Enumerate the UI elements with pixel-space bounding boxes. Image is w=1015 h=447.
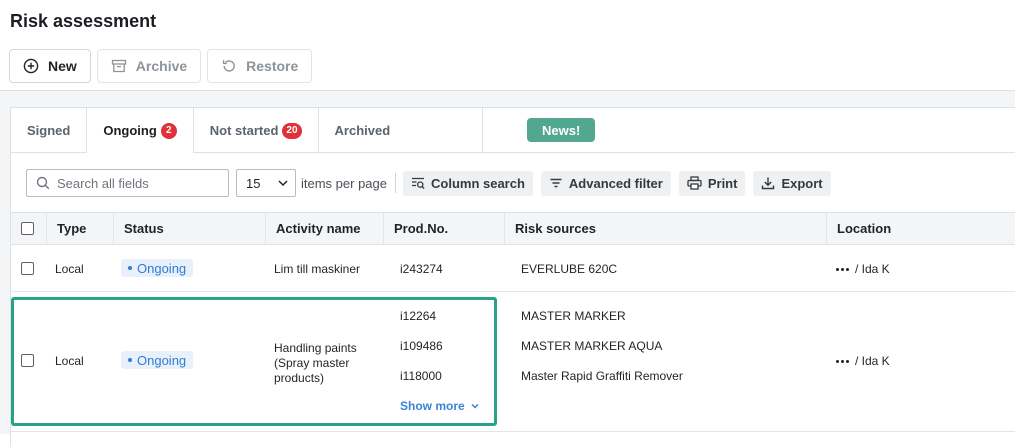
location-label: / Ida K bbox=[855, 354, 890, 368]
export-button[interactable]: Export bbox=[753, 170, 831, 196]
search-input[interactable] bbox=[57, 175, 217, 191]
more-icon[interactable] bbox=[836, 360, 849, 364]
tab-archived[interactable]: Archived bbox=[319, 108, 484, 153]
activity-name-cell: Lim till maskiner bbox=[274, 262, 361, 276]
risk-source-cell: MASTER MARKER AQUA bbox=[521, 339, 663, 353]
type-cell: Local bbox=[55, 262, 84, 276]
highlight-box bbox=[11, 297, 497, 426]
new-button[interactable]: New bbox=[9, 49, 91, 83]
column-header-type[interactable]: Type bbox=[46, 213, 113, 244]
status-dot bbox=[128, 266, 132, 270]
tab-label: Signed bbox=[27, 123, 71, 138]
risk-source-cell: EVERLUBE 620C bbox=[521, 262, 618, 276]
column-header-location[interactable]: Location bbox=[826, 213, 1015, 244]
tab-signed[interactable]: Signed bbox=[11, 108, 88, 153]
restore-button-label: Restore bbox=[246, 58, 299, 74]
per-page-label: items per page bbox=[301, 175, 387, 191]
per-page-value: 15 bbox=[246, 175, 261, 191]
archive-button-label: Archive bbox=[135, 58, 188, 74]
chevron-down-icon bbox=[278, 180, 288, 187]
tab-label: Archived bbox=[334, 123, 391, 138]
status-badge: Ongoing bbox=[121, 259, 194, 277]
column-header-risk-sources[interactable]: Risk sources bbox=[504, 213, 826, 244]
row-checkbox[interactable] bbox=[21, 262, 34, 275]
download-icon bbox=[762, 177, 775, 190]
count-badge: 2 bbox=[160, 122, 177, 139]
table-row[interactable]: Local Ongoing Lim till maskiner i243274 … bbox=[11, 245, 1015, 292]
archive-button[interactable]: Archive bbox=[96, 49, 202, 83]
divider bbox=[395, 173, 396, 193]
filter-icon bbox=[550, 178, 562, 188]
advanced-filter-label: Advanced filter bbox=[568, 175, 663, 191]
table-header: Type Status Activity name Prod.No. Risk … bbox=[11, 212, 1015, 245]
column-header-activity-name[interactable]: Activity name bbox=[265, 213, 383, 244]
per-page-select[interactable]: 15 bbox=[236, 169, 296, 197]
restore-button[interactable]: Restore bbox=[207, 49, 313, 83]
archive-icon bbox=[111, 59, 126, 73]
status-label: Ongoing bbox=[137, 260, 187, 276]
tab-bar: Signed Ongoing 2 Not started 20 Archived bbox=[11, 108, 1015, 154]
plus-circle-icon bbox=[23, 58, 39, 74]
news-button[interactable]: News! bbox=[527, 118, 596, 142]
toolbar: New Archive Restore bbox=[9, 49, 313, 83]
tab-ongoing[interactable]: Ongoing 2 bbox=[87, 108, 194, 154]
new-button-label: New bbox=[48, 58, 77, 74]
page-title: Risk assessment bbox=[10, 11, 157, 31]
restore-icon bbox=[223, 60, 235, 72]
select-all-checkbox[interactable] bbox=[21, 222, 34, 235]
print-button[interactable]: Print bbox=[678, 170, 746, 196]
search-box bbox=[26, 169, 229, 197]
column-search-label: Column search bbox=[431, 175, 525, 191]
print-label: Print bbox=[707, 175, 738, 191]
more-icon[interactable] bbox=[836, 268, 849, 272]
search-icon bbox=[36, 176, 50, 190]
column-search-button[interactable]: Column search bbox=[403, 170, 533, 196]
location-cell: / Ida K bbox=[836, 262, 890, 276]
column-search-icon bbox=[412, 177, 425, 189]
filter-bar: 15 items per page Column search Advanced… bbox=[26, 168, 839, 198]
export-label: Export bbox=[781, 175, 823, 191]
printer-icon bbox=[687, 176, 702, 190]
column-header-status[interactable]: Status bbox=[113, 213, 265, 244]
location-cell: / Ida K bbox=[836, 354, 890, 368]
tab-label: Not started bbox=[209, 123, 279, 138]
risk-source-cell: MASTER MARKER bbox=[521, 309, 626, 323]
count-badge: 20 bbox=[282, 122, 302, 139]
tab-not-started[interactable]: Not started 20 bbox=[194, 108, 319, 153]
location-label: / Ida K bbox=[855, 262, 890, 276]
column-header-prod-no[interactable]: Prod.No. bbox=[383, 213, 504, 244]
advanced-filter-button[interactable]: Advanced filter bbox=[540, 170, 671, 196]
risk-source-cell: Master Rapid Graffiti Remover bbox=[521, 369, 683, 383]
tab-label: Ongoing bbox=[103, 123, 157, 138]
prod-no-cell: i243274 bbox=[400, 262, 443, 276]
